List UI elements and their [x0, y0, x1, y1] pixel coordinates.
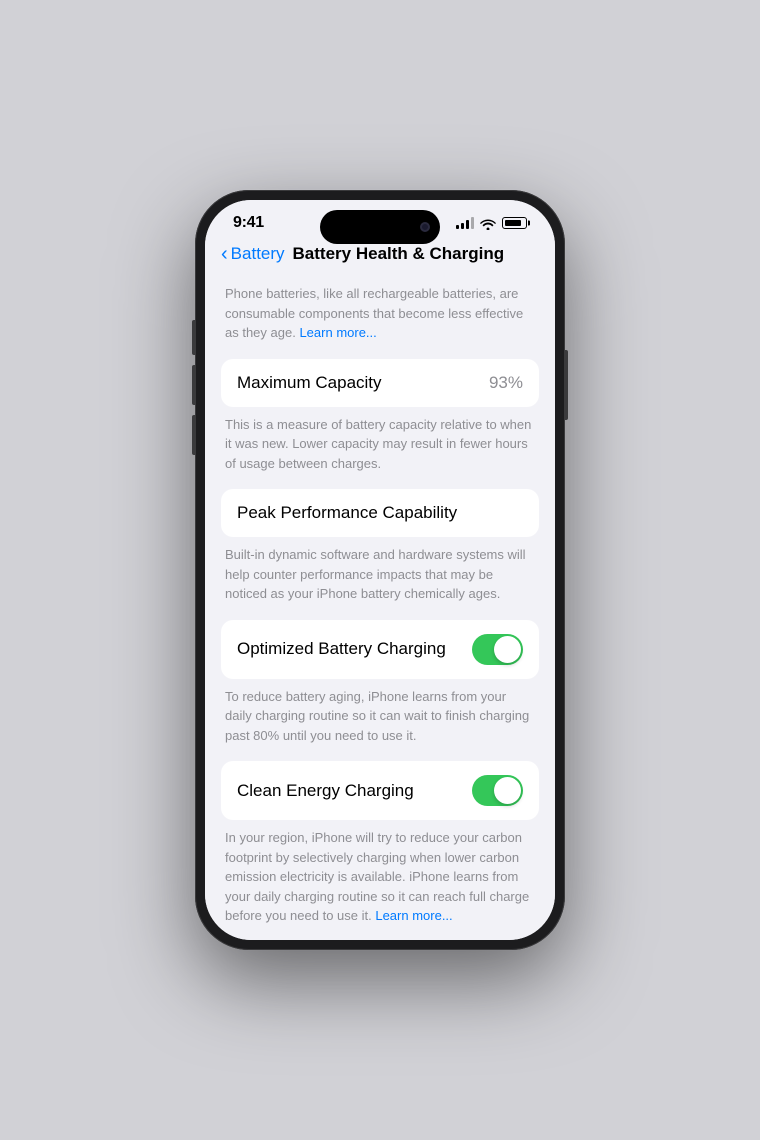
maximum-capacity-value: 93%	[489, 373, 523, 393]
maximum-capacity-description: This is a measure of battery capacity re…	[221, 415, 539, 474]
dynamic-island	[320, 210, 440, 244]
back-label: Battery	[231, 244, 285, 264]
clean-energy-learn-more[interactable]: Learn more...	[375, 908, 452, 923]
clean-energy-toggle[interactable]	[472, 775, 523, 806]
peak-performance-label: Peak Performance Capability	[237, 503, 457, 523]
optimized-charging-row: Optimized Battery Charging	[237, 634, 523, 665]
camera-dot	[420, 222, 430, 232]
wifi-icon	[480, 217, 496, 229]
status-time: 9:41	[233, 214, 264, 232]
signal-icon	[456, 217, 474, 229]
phone-frame: 9:41	[195, 190, 565, 950]
clean-energy-toggle-knob	[494, 777, 521, 804]
clean-energy-label: Clean Energy Charging	[237, 781, 414, 801]
maximum-capacity-card: Maximum Capacity 93%	[221, 359, 539, 407]
maximum-capacity-label: Maximum Capacity	[237, 373, 382, 393]
clean-energy-description: In your region, iPhone will try to reduc…	[221, 828, 539, 926]
optimized-charging-description: To reduce battery aging, iPhone learns f…	[221, 687, 539, 746]
page-title: Battery Health & Charging	[293, 244, 505, 264]
optimized-charging-card: Optimized Battery Charging	[221, 620, 539, 679]
peak-performance-row: Peak Performance Capability	[237, 503, 523, 523]
volume-down-button[interactable]	[192, 415, 195, 455]
clean-energy-card: Clean Energy Charging	[221, 761, 539, 820]
maximum-capacity-row: Maximum Capacity 93%	[237, 373, 523, 393]
status-bar: 9:41	[205, 200, 555, 240]
phone-screen: 9:41	[205, 200, 555, 940]
intro-learn-more[interactable]: Learn more...	[299, 325, 376, 340]
battery-icon	[502, 217, 527, 229]
nav-header: ‹ Battery Battery Health & Charging	[205, 240, 555, 276]
content-scroll[interactable]: Phone batteries, like all rechargeable b…	[205, 276, 555, 940]
peak-performance-description: Built-in dynamic software and hardware s…	[221, 545, 539, 604]
status-icons	[456, 217, 527, 229]
clean-energy-row: Clean Energy Charging	[237, 775, 523, 806]
optimized-charging-label: Optimized Battery Charging	[237, 639, 446, 659]
peak-performance-card: Peak Performance Capability	[221, 489, 539, 537]
back-button[interactable]: ‹ Battery	[221, 244, 285, 264]
intro-text: Phone batteries, like all rechargeable b…	[221, 284, 539, 343]
toggle-knob	[494, 636, 521, 663]
volume-up-button[interactable]	[192, 365, 195, 405]
back-chevron-icon: ‹	[221, 244, 228, 264]
optimized-charging-toggle[interactable]	[472, 634, 523, 665]
